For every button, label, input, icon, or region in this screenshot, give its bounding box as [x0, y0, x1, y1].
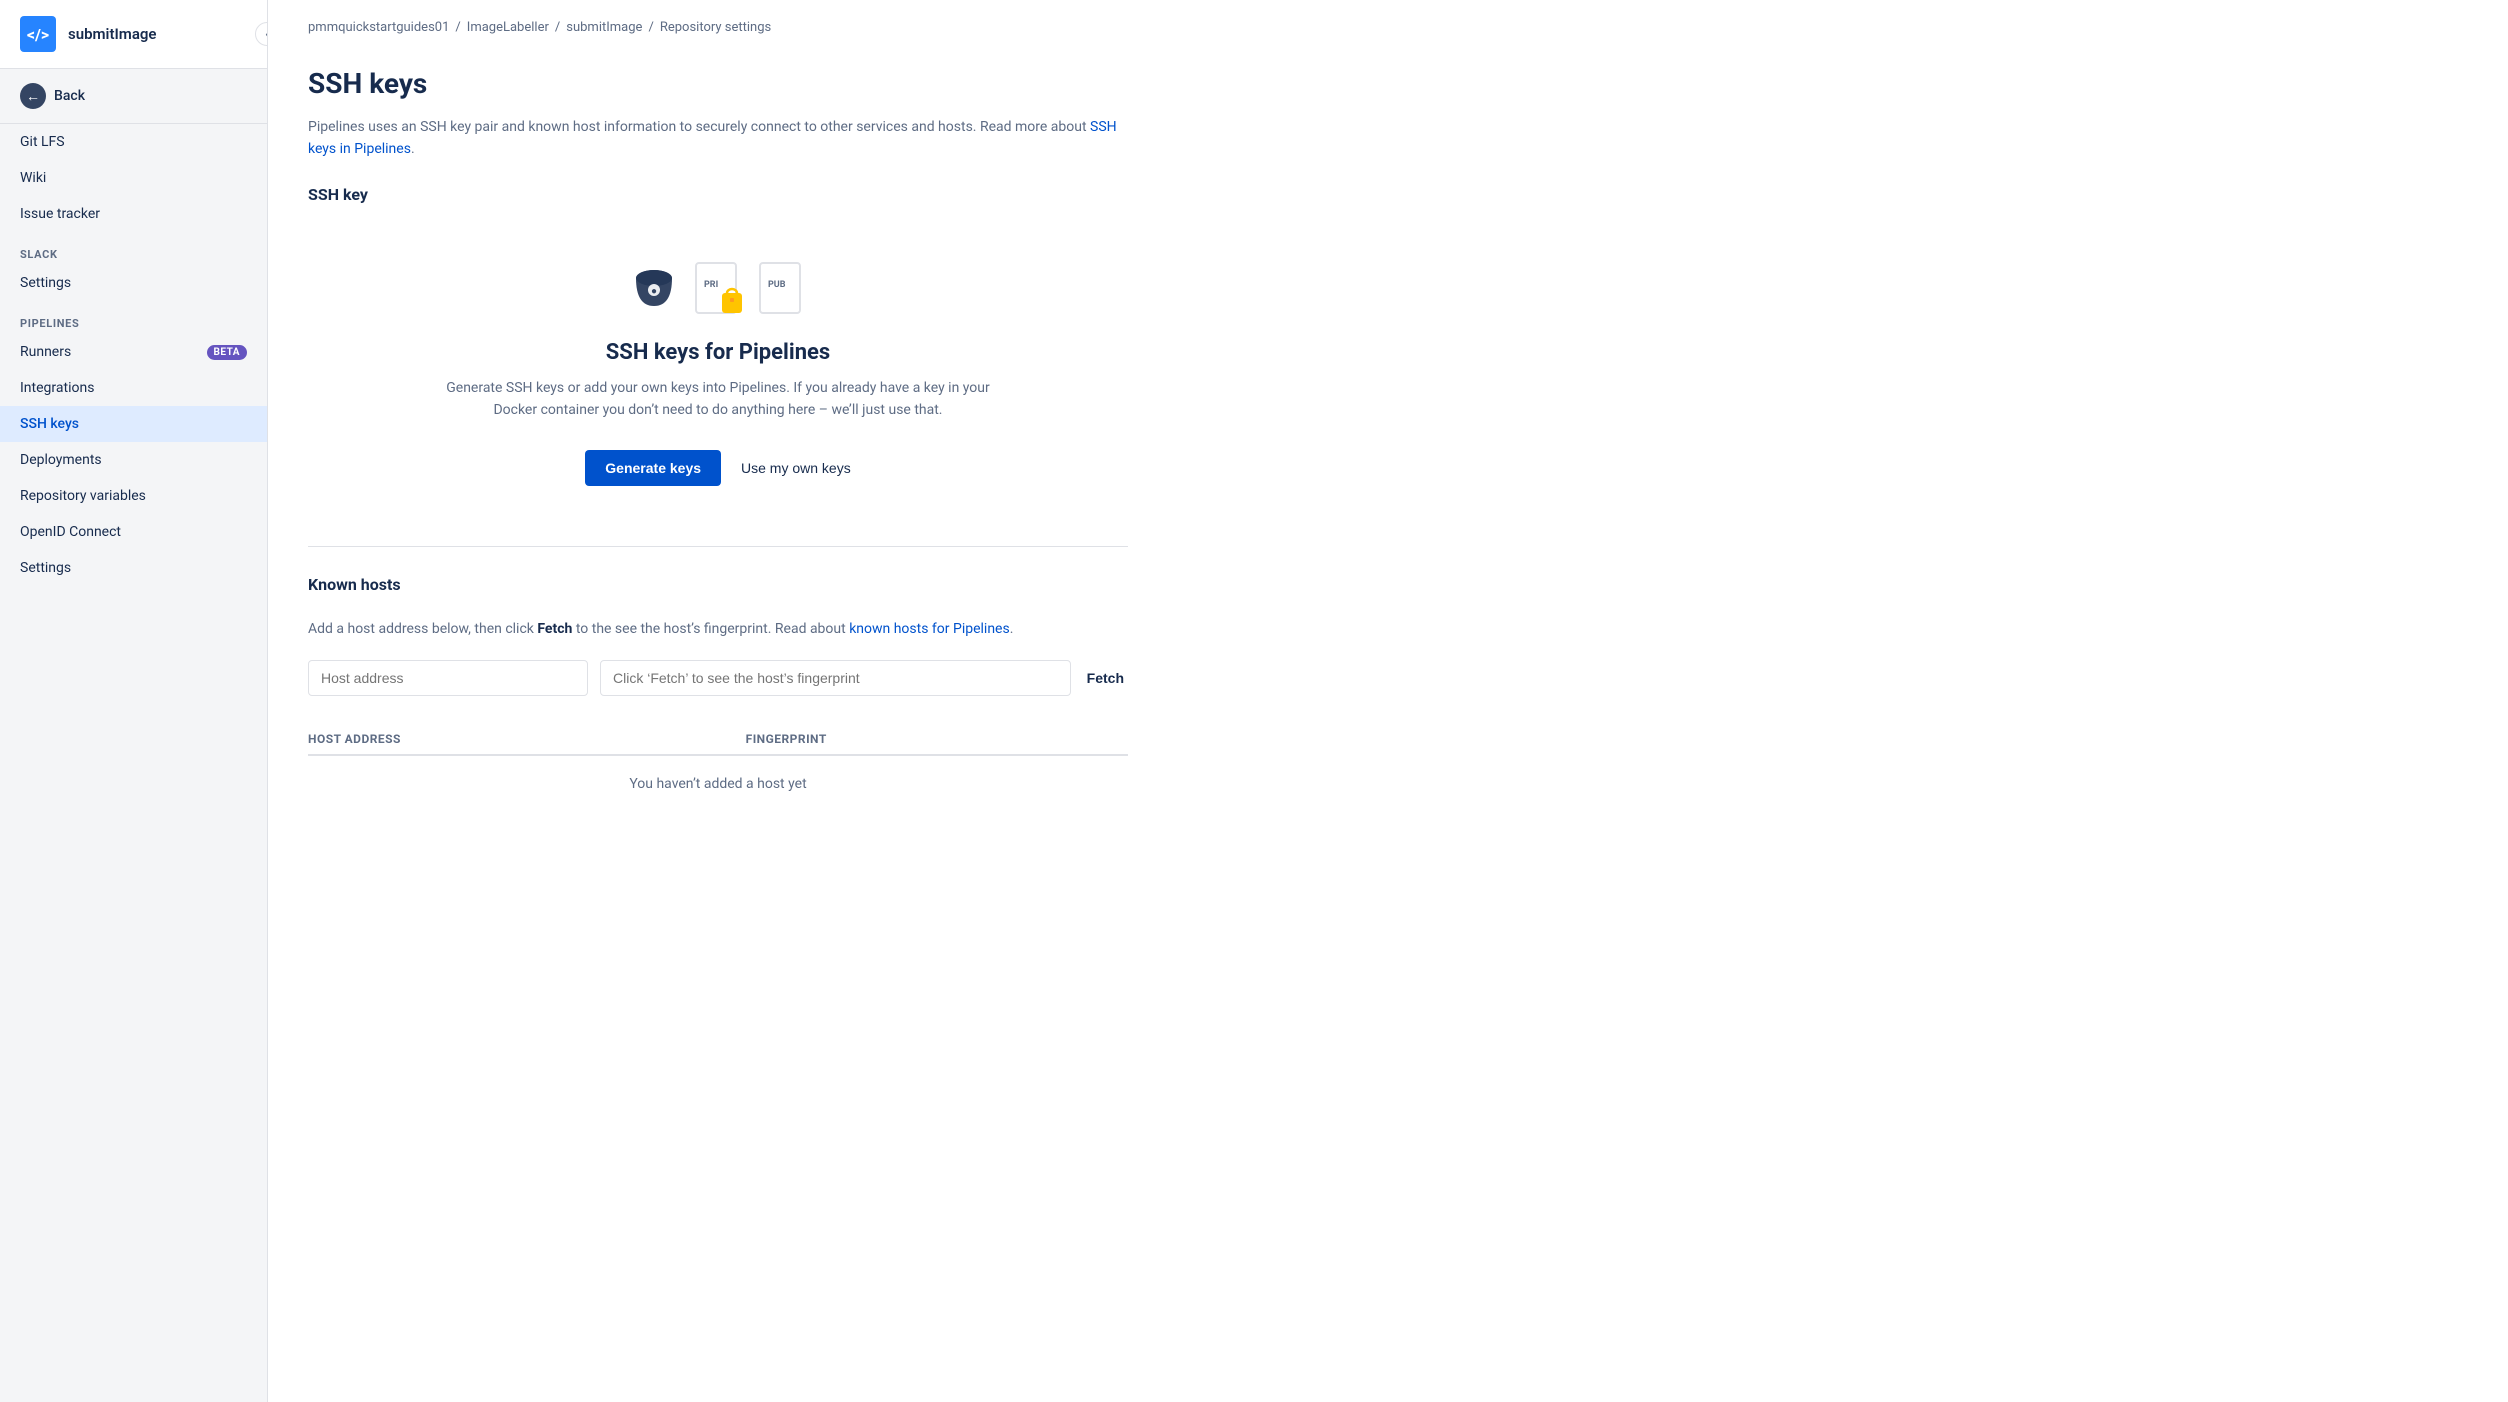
fetch-row: Fetch — [308, 660, 1128, 696]
breadcrumb-current: Repository settings — [660, 20, 771, 35]
sidebar-item-deployments[interactable]: Deployments — [0, 442, 267, 478]
sidebar-item-wiki[interactable]: Wiki — [0, 160, 267, 196]
sidebar-item-runners[interactable]: Runners BETA — [0, 334, 267, 370]
description-end: . — [411, 141, 415, 157]
sidebar-item-label: SSH keys — [20, 416, 79, 432]
ssh-card-title: SSH keys for Pipelines — [606, 340, 830, 365]
hosts-table-header: Host address Fingerprint — [308, 724, 1128, 755]
host-address-input[interactable] — [308, 660, 588, 696]
sidebar-item-pipelines-settings[interactable]: Settings — [0, 550, 267, 586]
kh-desc-end: . — [1010, 621, 1014, 637]
fetch-button[interactable]: Fetch — [1083, 661, 1128, 695]
ssh-card-description: Generate SSH keys or add your own keys i… — [438, 377, 998, 422]
pub-key-icon: PUB — [756, 262, 812, 318]
col-fingerprint: Fingerprint — [746, 724, 1128, 755]
svg-text:●: ● — [651, 286, 657, 297]
sidebar-item-label: Git LFS — [20, 134, 65, 150]
back-button[interactable]: ← Back — [0, 69, 267, 124]
known-hosts-section: Known hosts Add a host address below, th… — [308, 575, 1128, 812]
generate-keys-button[interactable]: Generate keys — [585, 450, 721, 486]
sidebar-item-label: Settings — [20, 275, 71, 291]
sidebar-item-label: OpenID Connect — [20, 524, 121, 540]
sidebar-item-label: Wiki — [20, 170, 46, 186]
breadcrumb-sep-3: / — [648, 20, 653, 35]
sidebar-section-pipelines: PIPELINES — [0, 301, 267, 334]
kh-desc-before: Add a host address below, then click — [308, 621, 534, 637]
hosts-table: Host address Fingerprint You haven’t add… — [308, 724, 1128, 812]
sidebar-item-slack-settings[interactable]: Settings — [0, 265, 267, 301]
pri-key-icon: PRI — [692, 262, 748, 318]
breadcrumb-sep-1: / — [455, 20, 460, 35]
kh-desc-after: to the see the host’s fingerprint. Read … — [576, 621, 846, 637]
breadcrumb-sep-2: / — [555, 20, 560, 35]
known-hosts-link[interactable]: known hosts for Pipelines — [849, 621, 1010, 637]
repo-icon: </> — [20, 16, 56, 52]
sidebar-item-openid-connect[interactable]: OpenID Connect — [0, 514, 267, 550]
hosts-table-body: You haven’t added a host yet — [308, 755, 1128, 812]
fetch-bold: Fetch — [537, 621, 572, 637]
breadcrumb-org[interactable]: pmmquickstartguides01 — [308, 20, 449, 35]
ssh-key-card: ● PRI — [308, 228, 1128, 518]
sidebar-item-git-lfs[interactable]: Git LFS — [0, 124, 267, 160]
bucket-icon: ● — [624, 260, 684, 320]
known-hosts-description: Add a host address below, then click Fet… — [308, 618, 1128, 640]
breadcrumb-image-labeller[interactable]: ImageLabeller — [467, 20, 549, 35]
sidebar-item-label: Deployments — [20, 452, 102, 468]
description-text: Pipelines uses an SSH key pair and known… — [308, 119, 1087, 135]
col-host-address: Host address — [308, 724, 746, 755]
ssh-key-section-title: SSH key — [308, 185, 1128, 204]
svg-text:PUB: PUB — [768, 280, 786, 290]
runners-badge: BETA — [207, 345, 248, 360]
page-description: Pipelines uses an SSH key pair and known… — [308, 116, 1128, 161]
hosts-empty-message: You haven’t added a host yet — [308, 755, 1128, 812]
section-divider — [308, 546, 1128, 547]
main-content: pmmquickstartguides01 / ImageLabeller / … — [268, 0, 2508, 1402]
sidebar-item-label: Integrations — [20, 380, 94, 396]
breadcrumb: pmmquickstartguides01 / ImageLabeller / … — [268, 0, 2508, 35]
known-hosts-title: Known hosts — [308, 575, 1128, 594]
sidebar-section-slack: SLACK — [0, 232, 267, 265]
sidebar-item-label: Runners — [20, 344, 71, 360]
sidebar-header: </> submitImage ‹ — [0, 0, 267, 69]
ssh-icons: ● PRI — [624, 260, 812, 320]
sidebar: </> submitImage ‹ ← Back Git LFS Wiki Is… — [0, 0, 268, 1402]
back-label: Back — [54, 88, 85, 104]
fingerprint-input[interactable] — [600, 660, 1071, 696]
sidebar-item-label: Repository variables — [20, 488, 146, 504]
repo-name: submitImage — [68, 25, 157, 43]
breadcrumb-submit-image[interactable]: submitImage — [566, 20, 642, 35]
ssh-actions: Generate keys Use my own keys — [585, 450, 850, 486]
sidebar-toggle[interactable]: ‹ — [255, 22, 268, 46]
sidebar-item-issue-tracker[interactable]: Issue tracker — [0, 196, 267, 232]
sidebar-item-label: Issue tracker — [20, 206, 100, 222]
svg-text:PRI: PRI — [704, 280, 718, 290]
ssh-key-section: SSH key ● — [308, 185, 1128, 518]
sidebar-item-integrations[interactable]: Integrations — [0, 370, 267, 406]
back-arrow-icon: ← — [20, 83, 46, 109]
use-own-keys-button[interactable]: Use my own keys — [741, 460, 851, 476]
sidebar-item-repository-variables[interactable]: Repository variables — [0, 478, 267, 514]
sidebar-item-label: Settings — [20, 560, 71, 576]
page-title: SSH keys — [308, 67, 1128, 100]
sidebar-item-ssh-keys[interactable]: SSH keys — [0, 406, 267, 442]
hosts-empty-row: You haven’t added a host yet — [308, 755, 1128, 812]
